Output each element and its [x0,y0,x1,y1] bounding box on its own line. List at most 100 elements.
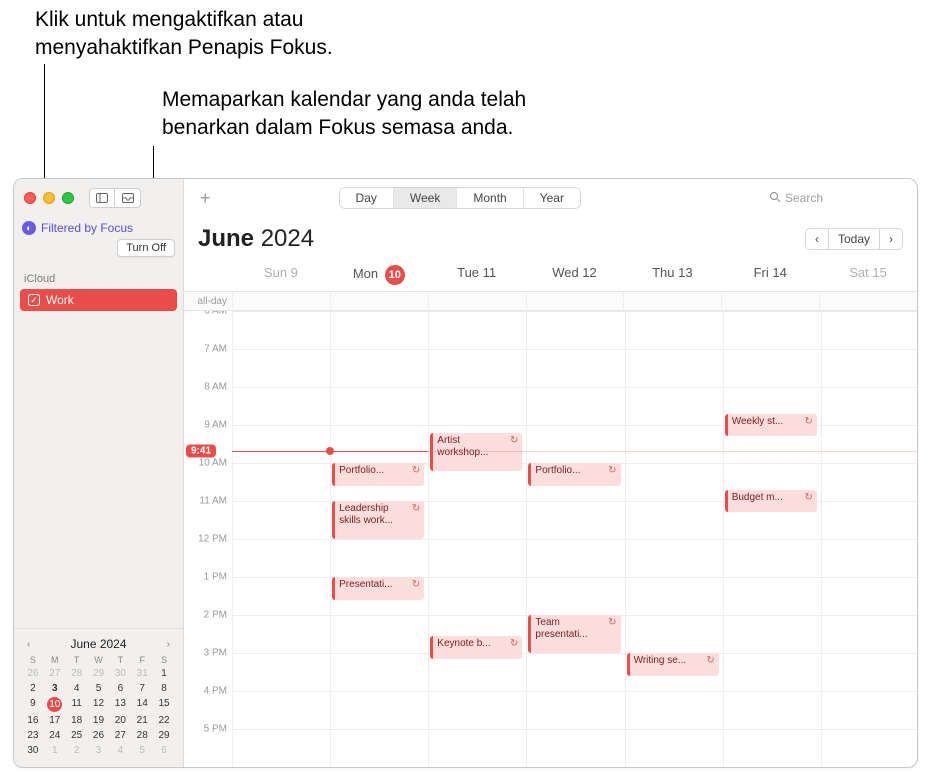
mini-day[interactable]: 9 [22,697,44,712]
mini-day[interactable]: 26 [88,729,110,742]
mini-day[interactable]: 11 [66,697,88,712]
today-button[interactable]: Today [829,228,879,250]
grid-hour-line [232,311,917,312]
grid-day-line [232,311,233,767]
mini-day[interactable]: 12 [88,697,110,712]
mini-day[interactable]: 7 [131,682,153,695]
mini-day[interactable]: 17 [44,714,66,727]
calendar-event[interactable]: Team presentati...↻ [528,615,620,653]
mini-day[interactable]: 6 [153,744,175,757]
mini-day[interactable]: 29 [88,667,110,680]
allday-label: all-day [184,292,232,310]
mini-day[interactable]: 1 [153,667,175,680]
window-close-button[interactable] [24,192,36,204]
day-header[interactable]: Thu 13 [623,265,721,285]
mini-day[interactable]: 8 [153,682,175,695]
hour-label: 1 PM [204,572,227,583]
calendar-item-work[interactable]: ✓ Work [20,289,177,311]
day-header[interactable]: Wed 12 [526,265,624,285]
recurring-icon: ↻ [510,638,518,657]
mini-day[interactable]: 29 [153,729,175,742]
calendar-event[interactable]: Budget m...↻ [725,490,817,513]
calendar-event[interactable]: Keynote b...↻ [430,636,522,659]
calendar-window: ◐ Filtered by Focus Turn Off iCloud ✓ Wo… [13,178,918,768]
mini-day[interactable]: 4 [66,682,88,695]
mini-day[interactable]: 21 [131,714,153,727]
grid-day-line [821,311,822,767]
recurring-icon: ↻ [608,465,616,484]
next-week-button[interactable]: › [879,228,903,250]
mini-day[interactable]: 5 [88,682,110,695]
mini-day[interactable]: 18 [66,714,88,727]
mini-dow: F [131,655,153,665]
view-week-button[interactable]: Week [394,188,457,208]
view-month-button[interactable]: Month [457,188,523,208]
mini-day[interactable]: 3 [44,682,66,695]
mini-day[interactable]: 28 [66,667,88,680]
mini-day[interactable]: 28 [131,729,153,742]
focus-icon: ◐ [22,221,36,235]
mini-day[interactable]: 3 [88,744,110,757]
window-minimize-button[interactable] [43,192,55,204]
calendar-event[interactable]: Weekly st...↻ [725,414,817,437]
mini-day[interactable]: 2 [22,682,44,695]
mini-day[interactable]: 2 [66,744,88,757]
mini-day[interactable]: 27 [109,729,131,742]
mini-day[interactable]: 23 [22,729,44,742]
add-event-button[interactable]: + [196,188,215,209]
window-zoom-button[interactable] [62,192,74,204]
view-year-button[interactable]: Year [524,188,580,208]
mini-dow: T [66,655,88,665]
mini-day[interactable]: 19 [88,714,110,727]
sidebar-toggle-button[interactable] [89,188,115,208]
mini-day[interactable]: 4 [109,744,131,757]
day-header[interactable]: Mon 10 [330,265,428,285]
calendar-event[interactable]: Portfolio...↻ [332,463,424,486]
annotation-text: Memaparkan kalendar yang anda telah bena… [162,86,592,143]
view-day-button[interactable]: Day [340,188,394,208]
allday-row: all-day [184,291,917,311]
calendar-event[interactable]: Leadership skills work...↻ [332,501,424,539]
mini-day[interactable]: 22 [153,714,175,727]
grid-day-line [723,311,724,767]
grid-hour-line [232,387,917,388]
day-header[interactable]: Fri 14 [721,265,819,285]
mini-day[interactable]: 31 [131,667,153,680]
search-input[interactable]: Search [765,189,905,208]
mini-day[interactable]: 26 [22,667,44,680]
mini-day[interactable]: 14 [131,697,153,712]
mini-dow: S [22,655,44,665]
turn-off-button[interactable]: Turn Off [117,239,175,257]
hour-label: 4 PM [204,686,227,697]
day-header[interactable]: Tue 11 [428,265,526,285]
mini-day[interactable]: 15 [153,697,175,712]
mini-day[interactable]: 27 [44,667,66,680]
mini-day[interactable]: 30 [22,744,44,757]
calendar-grid-body[interactable]: 6 AM7 AM8 AM9 AM10 AM11 AM12 PM1 PM2 PM3… [184,311,917,767]
mini-prev-button[interactable]: ‹ [24,639,33,650]
mini-day[interactable]: 30 [109,667,131,680]
calendar-event[interactable]: Portfolio...↻ [528,463,620,486]
mini-next-button[interactable]: › [164,639,173,650]
mini-day[interactable]: 20 [109,714,131,727]
nav-controls: ‹ Today › [805,228,903,250]
prev-week-button[interactable]: ‹ [805,228,829,250]
calendar-event[interactable]: Writing se...↻ [627,653,719,676]
mini-day[interactable]: 5 [131,744,153,757]
mini-day[interactable]: 6 [109,682,131,695]
grid-day-line [428,311,429,767]
mini-day[interactable]: 13 [109,697,131,712]
mini-day[interactable]: 16 [22,714,44,727]
hour-label: 12 PM [198,534,227,545]
mini-day[interactable]: 10 [47,697,62,712]
calendar-checkbox[interactable]: ✓ [28,294,40,306]
grid-day-line [330,311,331,767]
mini-day[interactable]: 1 [44,744,66,757]
day-header[interactable]: Sat 15 [819,265,917,285]
mini-day[interactable]: 25 [66,729,88,742]
day-header[interactable]: Sun 9 [232,265,330,285]
grid-hour-line [232,349,917,350]
mini-day[interactable]: 24 [44,729,66,742]
inbox-button[interactable] [115,188,141,208]
calendar-event[interactable]: Presentati...↻ [332,577,424,600]
